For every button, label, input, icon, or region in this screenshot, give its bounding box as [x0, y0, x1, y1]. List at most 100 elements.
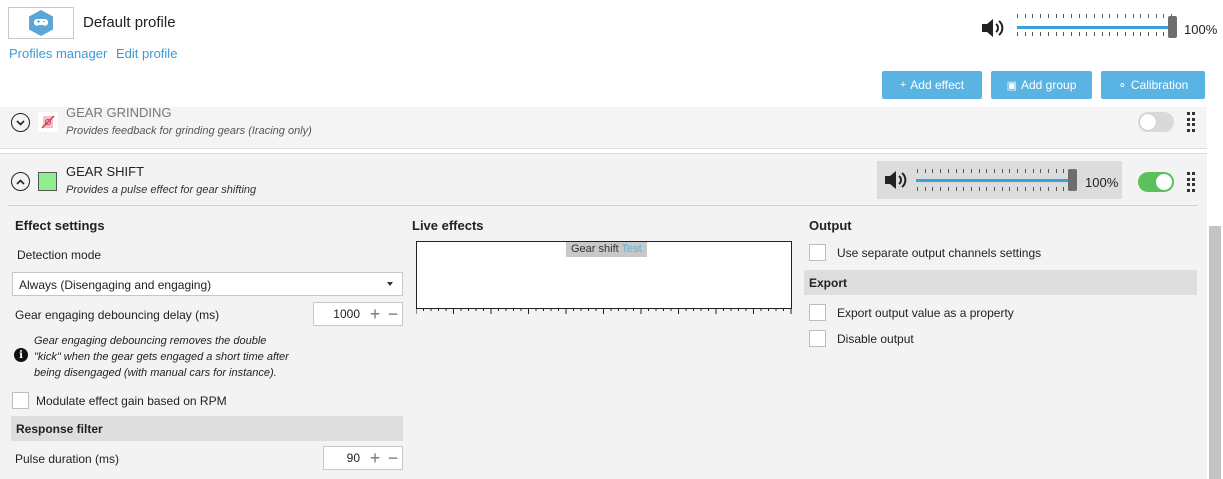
slider-tick: [1017, 169, 1018, 173]
dropdown-caret-icon: [387, 282, 393, 286]
slider-tick: [1163, 14, 1164, 18]
info-text: Gear engaging debouncing removes the dou…: [34, 335, 289, 379]
info-icon: i: [14, 348, 28, 362]
slider-tick: [1063, 14, 1064, 18]
slider-tick: [1109, 14, 1110, 18]
profile-name: Default profile: [83, 14, 176, 31]
profiles-manager-link[interactable]: Profiles manager: [9, 46, 107, 61]
effect-title: GEAR SHIFT: [66, 164, 145, 179]
slider-tick: [1079, 32, 1080, 36]
edit-profile-link[interactable]: Edit profile: [116, 46, 177, 61]
slider-tick: [1140, 32, 1141, 36]
chevron-down-icon[interactable]: [11, 113, 30, 132]
slider-tick: [1025, 169, 1026, 173]
effect-volume-value: 100%: [1085, 175, 1119, 190]
export-property-checkbox[interactable]: [809, 304, 826, 321]
effect-title: GEAR GRINDING: [66, 105, 172, 120]
slider-tick: [1002, 187, 1003, 191]
slider-tick: [1156, 32, 1157, 36]
slider-tick: [1148, 32, 1149, 36]
effect-volume-track: [916, 179, 1071, 182]
plus-icon[interactable]: +: [366, 449, 384, 467]
slider-tick: [925, 187, 926, 191]
plus-icon[interactable]: +: [366, 305, 384, 323]
slider-tick: [1109, 32, 1110, 36]
slider-tick: [1025, 187, 1026, 191]
minus-icon[interactable]: −: [384, 449, 402, 467]
effect-description: Provides feedback for grinding gears (Ir…: [66, 125, 312, 137]
slider-tick: [932, 169, 933, 173]
chevron-up-icon[interactable]: [11, 172, 30, 191]
slider-tick: [1056, 32, 1057, 36]
speaker-icon[interactable]: [883, 168, 909, 192]
gamepad-icon: [29, 10, 53, 36]
slider-tick: [1033, 169, 1034, 173]
master-volume-control: 100%: [980, 14, 1220, 44]
slider-tick: [1102, 14, 1103, 18]
slider-tick: [940, 187, 941, 191]
master-volume-slider[interactable]: [1017, 14, 1175, 36]
master-volume-track: [1017, 26, 1171, 29]
slider-tick: [948, 169, 949, 173]
add-effect-button[interactable]: + Add effect: [882, 71, 982, 99]
slider-tick: [1009, 169, 1010, 173]
slider-tick: [1163, 32, 1164, 36]
pulse-duration-stepper[interactable]: 90 + −: [323, 446, 403, 470]
slider-tick: [1032, 32, 1033, 36]
pulse-duration-value[interactable]: 90: [324, 451, 366, 465]
slider-tick: [940, 169, 941, 173]
slider-tick: [971, 187, 972, 191]
drag-handle-icon[interactable]: [1187, 112, 1195, 132]
modulate-gain-checkbox[interactable]: [12, 392, 29, 409]
live-effects-heading: Live effects: [412, 218, 484, 233]
calibration-button[interactable]: ⚬ Calibration: [1101, 71, 1205, 99]
slider-tick: [1071, 32, 1072, 36]
disable-output-checkbox[interactable]: [809, 330, 826, 347]
detection-mode-select[interactable]: Always (Disengaging and engaging): [12, 272, 403, 296]
debounce-delay-stepper[interactable]: 1000 + −: [313, 302, 403, 326]
divider: [8, 205, 1198, 206]
slider-tick: [1133, 14, 1134, 18]
output-heading: Output: [809, 218, 852, 233]
debounce-delay-label: Gear engaging debouncing delay (ms): [15, 308, 220, 322]
slider-tick: [1032, 14, 1033, 18]
slider-tick: [1009, 187, 1010, 191]
vertical-scrollbar[interactable]: [1209, 226, 1221, 479]
test-link[interactable]: Test: [622, 243, 642, 255]
profile-icon-box[interactable]: [8, 7, 74, 39]
add-group-button[interactable]: ▣ Add group: [991, 71, 1092, 99]
slider-tick: [1056, 187, 1057, 191]
slider-tick: [1094, 32, 1095, 36]
gear-shift-toggle[interactable]: [1138, 172, 1174, 192]
drag-handle-icon[interactable]: [1187, 172, 1195, 192]
debounce-delay-value[interactable]: 1000: [314, 307, 366, 321]
master-volume-thumb[interactable]: [1168, 16, 1177, 38]
slider-tick: [1033, 187, 1034, 191]
slider-tick: [1148, 14, 1149, 18]
export-property-label: Export output value as a property: [837, 306, 1014, 320]
slider-tick: [986, 187, 987, 191]
slider-tick: [963, 169, 964, 173]
slider-tick: [1133, 32, 1134, 36]
pulse-duration-label: Pulse duration (ms): [15, 452, 120, 466]
slider-tick: [1140, 14, 1141, 18]
effect-color-swatch[interactable]: [38, 172, 57, 191]
slider-tick: [1079, 14, 1080, 18]
group-icon: ▣: [1006, 79, 1017, 92]
slider-tick: [1056, 169, 1057, 173]
gear-grinding-toggle[interactable]: [1138, 112, 1174, 132]
separate-channels-label: Use separate output channels settings: [837, 246, 1042, 260]
slider-tick: [1117, 32, 1118, 36]
separate-channels-checkbox[interactable]: [809, 244, 826, 261]
speaker-icon[interactable]: [980, 16, 1006, 40]
slider-tick: [1002, 169, 1003, 173]
minus-icon[interactable]: −: [384, 305, 402, 323]
effect-volume-control: 100%: [877, 161, 1122, 199]
slider-tick: [956, 187, 957, 191]
slider-tick: [1040, 32, 1041, 36]
slider-tick: [925, 169, 926, 173]
slider-tick: [1094, 14, 1095, 18]
effect-volume-thumb[interactable]: [1068, 169, 1077, 191]
master-volume-value: 100%: [1184, 22, 1218, 37]
slider-tick: [917, 187, 918, 191]
